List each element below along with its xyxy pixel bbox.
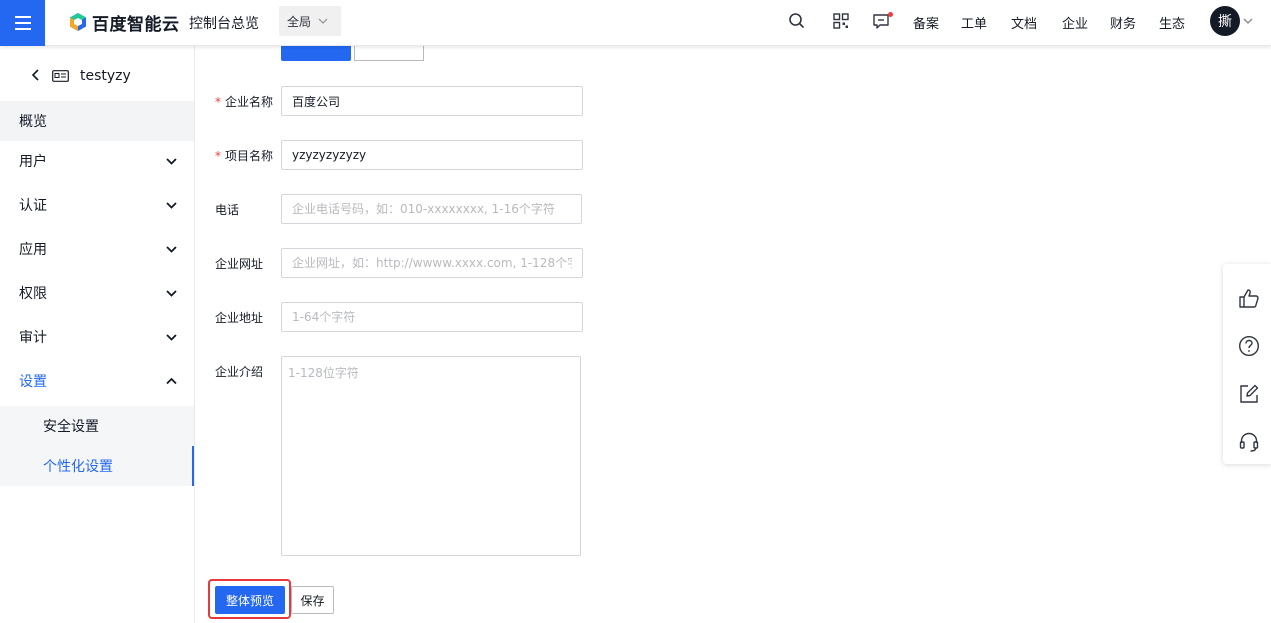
sidebar-item-audit[interactable]: 审计 <box>0 317 194 357</box>
chevron-down-icon <box>318 18 328 24</box>
chevron-down-icon <box>166 246 177 253</box>
thumbs-up-icon[interactable] <box>1238 287 1260 309</box>
website-label: 企业网址 <box>215 257 264 271</box>
edit-icon[interactable] <box>1238 383 1260 405</box>
top-bar: 百度智能云 控制台总览 全局 备案 工单 文档 企业 财务 生态 撕 <box>0 0 1271 46</box>
sidebar-item-label: 应用 <box>19 242 47 258</box>
sidebar-item-auth[interactable]: 认证 <box>0 185 194 225</box>
help-icon[interactable] <box>1238 335 1260 357</box>
phone-input[interactable] <box>281 194 582 224</box>
notification-dot <box>888 12 893 17</box>
sidebar-item-label: 权限 <box>19 286 47 302</box>
chevron-down-icon <box>166 202 177 209</box>
tab-stub-secondary[interactable] <box>354 46 424 61</box>
sidebar-item-permissions[interactable]: 权限 <box>0 273 194 313</box>
company-name-input[interactable] <box>281 86 583 116</box>
logo-text: 百度智能云 <box>92 14 180 35</box>
id-card-icon <box>52 70 69 82</box>
project-name: testyzy <box>80 68 131 84</box>
sidebar-item-label: 审计 <box>19 330 47 346</box>
sidebar-item-label: 用户 <box>19 154 47 170</box>
phone-label: 电话 <box>215 203 240 217</box>
required-mark: * <box>215 95 221 109</box>
floating-toolbar <box>1223 264 1271 464</box>
nav-finance[interactable]: 财务 <box>1110 13 1136 32</box>
main-content: *企业名称 *项目名称 电话 企业网址 企业地址 企业介绍 整体预览 保存 <box>195 46 1271 623</box>
sidebar-subitem-security[interactable]: 安全设置 <box>0 406 194 446</box>
tab-stub-primary[interactable] <box>281 46 351 61</box>
sidebar: testyzy 概览 用户 认证 应用 权限 审计 设置 安全设置 个性化设置 <box>0 46 195 623</box>
chevron-down-icon <box>166 290 177 297</box>
nav-enterprise[interactable]: 企业 <box>1062 13 1088 32</box>
nav-ticket[interactable]: 工单 <box>961 13 987 32</box>
sidebar-subitem-personalization[interactable]: 个性化设置 <box>0 446 194 486</box>
save-button[interactable]: 保存 <box>291 586 334 614</box>
sidebar-subitem-label: 个性化设置 <box>43 459 113 475</box>
chevron-up-icon <box>166 377 177 385</box>
nav-ecosystem[interactable]: 生态 <box>1159 13 1185 32</box>
sidebar-item-apps[interactable]: 应用 <box>0 229 194 269</box>
search-icon[interactable] <box>788 12 806 30</box>
project-name-input[interactable] <box>281 140 583 170</box>
intro-textarea[interactable] <box>281 356 581 556</box>
required-mark: * <box>215 149 221 163</box>
website-input[interactable] <box>281 248 583 278</box>
sidebar-item-label: 设置 <box>19 374 47 390</box>
qrcode-icon[interactable] <box>832 12 850 30</box>
sidebar-subitem-label: 安全设置 <box>43 419 99 435</box>
avatar[interactable]: 撕 <box>1210 6 1240 36</box>
sidebar-item-users[interactable]: 用户 <box>0 141 194 181</box>
company-name-label: * 企业名称 <box>215 95 274 109</box>
headset-icon[interactable] <box>1238 431 1260 453</box>
sidebar-item-label: 认证 <box>19 198 47 214</box>
region-label: 全局 <box>287 14 312 29</box>
console-title[interactable]: 控制台总览 <box>189 13 259 33</box>
preview-button[interactable]: 整体预览 <box>215 586 285 614</box>
address-input[interactable] <box>281 302 583 332</box>
nav-filing[interactable]: 备案 <box>913 13 939 32</box>
back-arrow-icon[interactable] <box>30 68 42 82</box>
nav-docs[interactable]: 文档 <box>1011 13 1037 32</box>
chevron-down-icon <box>166 334 177 341</box>
sidebar-item-overview[interactable]: 概览 <box>0 101 194 141</box>
logo-icon <box>70 13 86 31</box>
sidebar-item-settings[interactable]: 设置 <box>0 361 194 401</box>
chevron-down-icon <box>166 158 177 165</box>
intro-label: 企业介绍 <box>215 365 264 379</box>
address-label: 企业地址 <box>215 311 264 325</box>
menu-icon[interactable] <box>0 0 45 46</box>
logo[interactable]: 百度智能云 <box>68 10 180 35</box>
project-name-label: * 项目名称 <box>215 149 274 163</box>
region-select[interactable]: 全局 <box>279 6 341 36</box>
sidebar-item-label: 概览 <box>19 114 47 130</box>
chevron-down-icon[interactable] <box>1243 16 1253 26</box>
